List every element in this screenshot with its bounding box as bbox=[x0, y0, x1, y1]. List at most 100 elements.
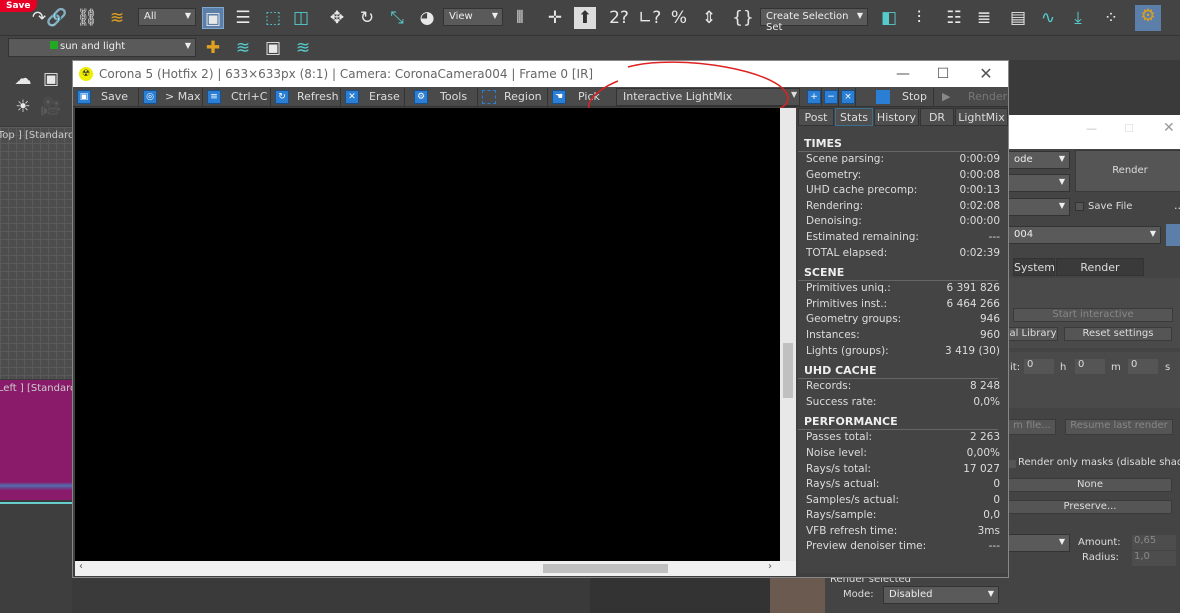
material-library-button[interactable]: al Library bbox=[1008, 327, 1058, 341]
render-button[interactable]: Render bbox=[1075, 150, 1180, 192]
keyboard-shortcut-icon[interactable]: ⬆ bbox=[574, 7, 596, 29]
denoise-dropdown[interactable]: ▼ bbox=[1008, 534, 1070, 552]
tab-render-elements[interactable]: Render Elements bbox=[1056, 258, 1144, 292]
move-icon[interactable]: ✥ bbox=[326, 7, 348, 29]
angle-snap-icon[interactable]: ∟? bbox=[638, 7, 661, 29]
rotate-icon[interactable]: ↻ bbox=[356, 7, 378, 29]
start-interactive-button[interactable]: Start interactive bbox=[1013, 308, 1173, 322]
left-viewport[interactable]: [Left ] [Standarc bbox=[0, 380, 75, 500]
cloud-icon[interactable]: ☁ bbox=[12, 68, 34, 90]
select-object-icon[interactable]: ▣ bbox=[202, 7, 224, 29]
scrollbar-thumb[interactable] bbox=[543, 564, 668, 573]
seconds-spinner[interactable]: 0 bbox=[1128, 359, 1158, 374]
region-button[interactable]: Region bbox=[480, 88, 548, 106]
render-selected-mode-dropdown[interactable]: Disabled ▼ bbox=[883, 586, 999, 604]
mirror-icon[interactable]: ◧ bbox=[878, 7, 900, 29]
hours-spinner[interactable]: 0 bbox=[1024, 359, 1054, 374]
none-button[interactable]: None bbox=[1008, 478, 1172, 492]
select-by-name-icon[interactable]: ☰ bbox=[232, 7, 254, 29]
minimize-button[interactable]: — bbox=[1086, 122, 1097, 135]
light-icon[interactable]: ☀ bbox=[12, 96, 34, 118]
placement-icon[interactable]: ◕ bbox=[416, 7, 438, 29]
radius-spinner[interactable]: 1,0 bbox=[1132, 551, 1176, 566]
pinterest-save-button[interactable]: Save bbox=[0, 0, 37, 12]
save-button[interactable]: ▣ Save bbox=[75, 88, 139, 106]
scene-explorer-icon[interactable]: ☷ bbox=[943, 7, 965, 29]
create-layer-icon[interactable]: ✚ bbox=[202, 37, 224, 59]
scale-icon[interactable]: ⤡ bbox=[386, 7, 408, 29]
select-manipulate-icon[interactable]: ✛ bbox=[544, 7, 566, 29]
set-current-layer-icon[interactable]: ≋ bbox=[292, 37, 314, 59]
lock-icon[interactable] bbox=[1166, 224, 1180, 246]
minutes-spinner[interactable]: 0 bbox=[1075, 359, 1105, 374]
renderer-dropdown[interactable]: ▼ bbox=[1008, 198, 1070, 216]
link-icon[interactable]: 🔗 bbox=[46, 7, 68, 29]
scrollbar-thumb[interactable] bbox=[783, 343, 793, 398]
tab-post[interactable]: Post bbox=[798, 108, 834, 126]
reset-settings-button[interactable]: Reset settings bbox=[1064, 327, 1172, 341]
selection-filter-dropdown[interactable]: All ▼ bbox=[138, 8, 196, 26]
close-button[interactable]: ✕ bbox=[1163, 120, 1175, 136]
close-button[interactable]: ✕ bbox=[971, 61, 1001, 87]
vertical-scrollbar[interactable] bbox=[780, 108, 796, 561]
select-in-layer-icon[interactable]: ▣ bbox=[262, 37, 284, 59]
pivot-icon[interactable]: ⫴ bbox=[509, 7, 531, 29]
tools-button[interactable]: ⚙ Tools bbox=[412, 88, 478, 106]
save-file-checkbox[interactable] bbox=[1075, 202, 1084, 211]
tab-history[interactable]: History bbox=[874, 108, 919, 126]
resume-last-render-button[interactable]: Resume last render bbox=[1065, 419, 1173, 435]
render-canvas[interactable] bbox=[75, 108, 780, 561]
maximize-button[interactable]: ☐ bbox=[1124, 122, 1134, 135]
target-dropdown[interactable]: ode ▼ bbox=[1008, 151, 1070, 169]
tab-lightmix[interactable]: LightMix bbox=[955, 108, 1008, 126]
minimize-button[interactable]: — bbox=[888, 61, 918, 87]
window-crossing-icon[interactable]: ◫ bbox=[290, 7, 312, 29]
add-to-layer-icon[interactable]: ≋ bbox=[232, 37, 254, 59]
zoom-fit-icon[interactable]: × bbox=[841, 88, 856, 106]
zoom-in-icon[interactable]: + bbox=[807, 88, 822, 106]
spinner-snap-icon[interactable]: ⇕ bbox=[698, 7, 720, 29]
ribbon-icon[interactable]: ▤ bbox=[1007, 7, 1029, 29]
camera-icon[interactable]: 🎥 bbox=[40, 96, 62, 118]
horizontal-scrollbar[interactable]: ‹ › bbox=[75, 561, 796, 576]
maximize-button[interactable]: ☐ bbox=[928, 61, 958, 87]
snaps-toggle-icon[interactable]: 2? bbox=[608, 7, 630, 29]
copy-button[interactable]: ≡ Ctrl+C bbox=[205, 88, 271, 106]
refresh-button[interactable]: ↻ Refresh bbox=[273, 88, 341, 106]
view-to-render-dropdown[interactable]: 004 ▼ bbox=[1008, 226, 1161, 244]
environment-icon[interactable]: ▣ bbox=[40, 68, 62, 90]
max-button[interactable]: ◎ > Max bbox=[141, 88, 203, 106]
named-selection-icon[interactable]: {} bbox=[732, 7, 754, 29]
tab-system[interactable]: System bbox=[1013, 258, 1055, 276]
render-setup-window: — ☐ ✕ ode▼ ▼ ▼ Render Save File ... 004▼… bbox=[1008, 115, 1180, 613]
preset-dropdown[interactable]: ▼ bbox=[1008, 174, 1070, 192]
stop-button[interactable]: Stop bbox=[874, 88, 934, 106]
create-selection-set-dropdown[interactable]: Create Selection Set ▼ bbox=[760, 8, 868, 33]
erase-button[interactable]: ✕ Erase bbox=[343, 88, 405, 106]
layer-explorer-icon[interactable]: ≣ bbox=[973, 7, 995, 29]
amount-spinner[interactable]: 0,65 bbox=[1132, 535, 1176, 550]
scroll-right-icon[interactable]: › bbox=[768, 561, 772, 572]
resume-from-file-button[interactable]: m file... bbox=[1008, 419, 1056, 435]
top-viewport[interactable]: [Top ] [Standarc bbox=[0, 127, 74, 379]
schematic-view-icon[interactable]: ⁘ bbox=[1100, 7, 1122, 29]
dope-sheet-icon[interactable]: ⤓ bbox=[1067, 7, 1089, 29]
render-button[interactable]: ▶ Render bbox=[938, 88, 1007, 106]
unlink-icon[interactable]: ⛓ bbox=[76, 7, 98, 29]
perspective-viewport[interactable] bbox=[0, 502, 72, 613]
reference-coordinate-dropdown[interactable]: View ▼ bbox=[443, 8, 503, 26]
bind-space-warp-icon[interactable]: ≋ bbox=[106, 7, 128, 29]
rect-selection-icon[interactable]: ⬚ bbox=[262, 7, 284, 29]
tab-stats[interactable]: Stats bbox=[835, 108, 873, 126]
scroll-left-icon[interactable]: ‹ bbox=[79, 561, 83, 572]
align-icon[interactable]: ⫶ bbox=[908, 7, 930, 29]
tab-dr[interactable]: DR bbox=[920, 108, 954, 126]
layer-dropdown[interactable]: sun and light ▼ bbox=[8, 38, 196, 57]
curve-editor-icon[interactable]: ∿ bbox=[1037, 7, 1059, 29]
save-file-browse[interactable]: ... bbox=[1174, 199, 1180, 212]
render-masks-checkbox[interactable] bbox=[1008, 460, 1016, 468]
percent-snap-icon[interactable]: % bbox=[668, 7, 690, 29]
render-setup-icon[interactable]: ⚙ bbox=[1135, 5, 1161, 31]
preserve-button[interactable]: Preserve... bbox=[1008, 500, 1172, 514]
zoom-out-icon[interactable]: − bbox=[824, 88, 839, 106]
